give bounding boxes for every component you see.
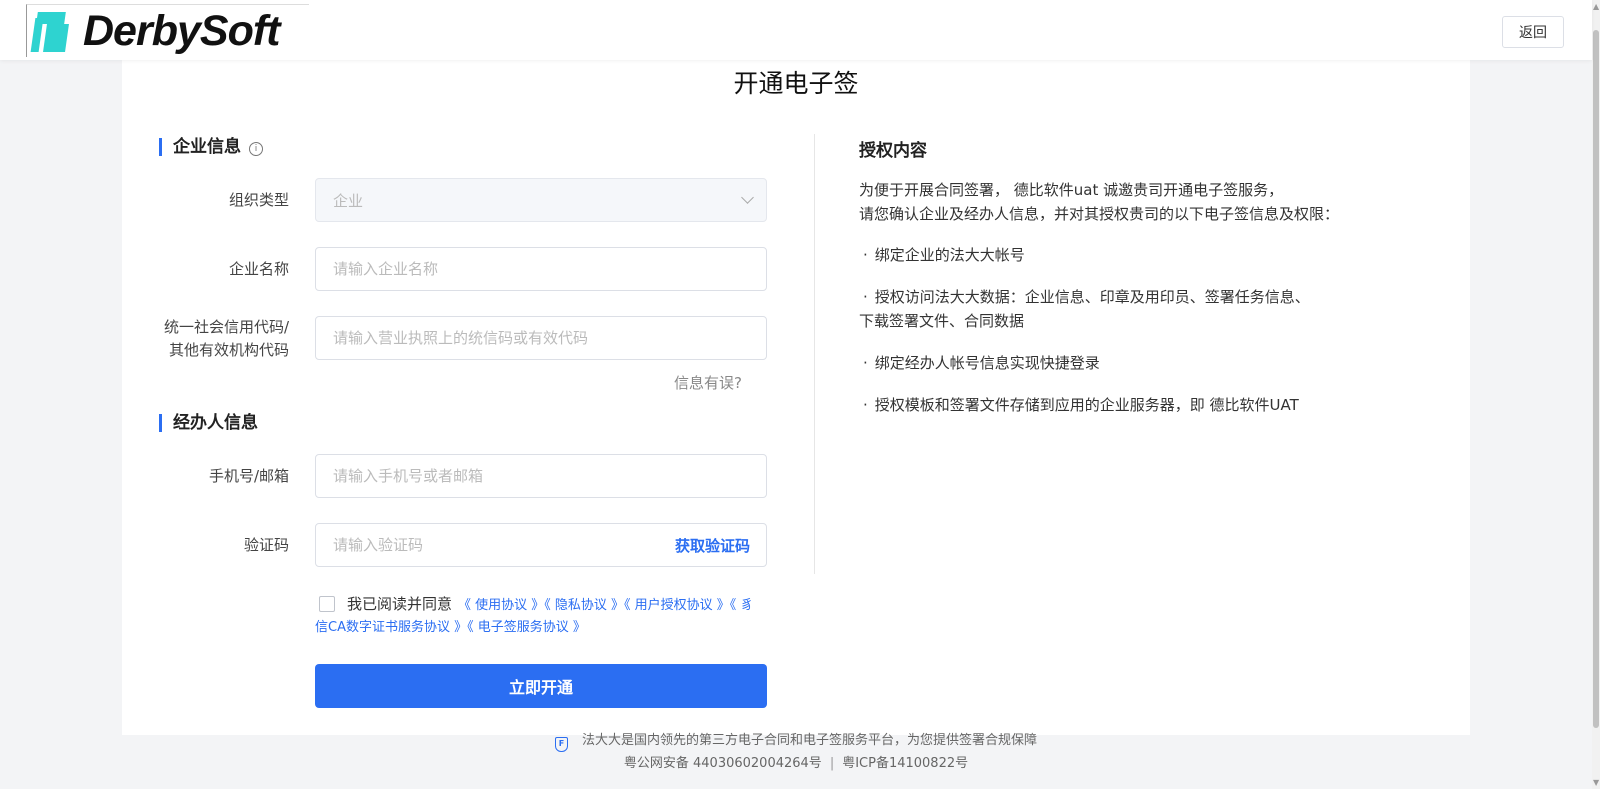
police-record-link[interactable]: 粤公网安备 44030602004264号: [624, 756, 822, 771]
auth-item-text: 绑定企业的法大大帐号: [874, 246, 1025, 264]
company-info-title: 企业信息: [173, 137, 241, 157]
phone-label: 手机号/邮箱: [208, 467, 289, 485]
bullet-dot: ·: [863, 354, 868, 372]
agreement-block: 我已阅读并同意《 使用协议 》《 隐私协议 》《 用户授权协议 》《 豸 信CA…: [315, 593, 775, 639]
auth-item-text: 授权模板和签署文件存储到应用的企业服务器，即 德比软件UAT: [874, 396, 1299, 414]
auth-intro-line2: 请您确认企业及经办人信息，并对其授权贵司的以下电子签信息及权限：: [859, 205, 1340, 223]
phone-input[interactable]: [333, 467, 749, 485]
credit-code-label-line2: 其他有效机构代码: [168, 341, 289, 359]
code-label: 验证码: [243, 536, 289, 554]
auth-item-text-cont: 下载签署文件、合同数据: [859, 312, 1025, 330]
fadada-shield-icon: F: [554, 737, 568, 752]
agreement-links-line1[interactable]: 《 使用协议 》《 隐私协议 》《 用户授权协议 》《 豸: [458, 598, 753, 613]
auth-item: · 绑定企业的法大大帐号: [859, 243, 1025, 267]
auth-item: · 授权访问法大大数据：企业信息、印章及用印员、签署任务信息、 下载签署文件、合同…: [859, 285, 1310, 333]
info-wrong-link[interactable]: 信息有误?: [674, 372, 742, 393]
auth-item-text: 授权访问法大大数据：企业信息、印章及用印员、签署任务信息、: [874, 288, 1310, 306]
footer-tagline: 法大大是国内领先的第三方电子合同和电子签服务平台，为您提供签署合规保障: [581, 733, 1037, 748]
logo-text: DerbySoft: [83, 6, 280, 55]
phone-field: [315, 454, 767, 498]
credit-code-input[interactable]: [333, 329, 749, 347]
company-info-heading: 企业信息 i: [159, 138, 263, 156]
credit-code-label-line1: 统一社会信用代码/: [163, 318, 289, 336]
code-field: 获取验证码: [315, 523, 767, 567]
main-card: 开通电子签 企业信息 i 组织类型 企业 企业名称 统一社会信用代码/ 其他有效机…: [122, 60, 1470, 735]
icp-record-link[interactable]: 粤ICP备14100822号: [842, 756, 968, 771]
bullet-dot: ·: [863, 246, 868, 264]
footer-records: 粤公网安备 44030602004264号 | 粤ICP备14100822号: [0, 752, 1592, 771]
info-icon[interactable]: i: [249, 142, 263, 156]
auth-intro: 为便于开展合同签署， 德比软件uat 诚邀贵司开通电子签服务， 请您确认企业及经…: [859, 178, 1339, 226]
agree-checkbox[interactable]: [319, 596, 335, 612]
derbysoft-logo[interactable]: DerbySoft: [26, 4, 309, 57]
page-title: 开通电子签: [733, 70, 859, 98]
bullet-dot: ·: [863, 288, 868, 306]
auth-item-text: 绑定经办人帐号信息实现快捷登录: [874, 354, 1100, 372]
agreement-links-line2[interactable]: 信CA数字证书服务协议 》《 电子签服务协议 》: [315, 617, 775, 639]
column-divider: [814, 134, 815, 574]
org-type-label: 组织类型: [228, 191, 289, 209]
company-name-field: [315, 247, 767, 291]
credit-code-label: 统一社会信用代码/ 其他有效机构代码: [159, 316, 289, 362]
page-scrollbar[interactable]: ▲ ▼: [1592, 0, 1600, 789]
scrollbar-thumb[interactable]: [1593, 30, 1599, 728]
footer-tagline-row: F 法大大是国内领先的第三方电子合同和电子签服务平台，为您提供签署合规保障: [0, 729, 1592, 752]
company-name-label: 企业名称: [228, 260, 289, 278]
auth-title: 授权内容: [859, 141, 927, 161]
chevron-down-icon: [741, 191, 754, 204]
company-name-input[interactable]: [333, 260, 749, 278]
handler-info-heading: 经办人信息: [159, 414, 258, 432]
agree-label: 我已阅读并同意: [347, 595, 453, 613]
auth-item: · 授权模板和签署文件存储到应用的企业服务器，即 德比软件UAT: [859, 393, 1299, 417]
get-code-button[interactable]: 获取验证码: [675, 535, 750, 556]
code-input[interactable]: [333, 536, 633, 554]
footer-separator: |: [829, 756, 835, 771]
bullet-dot: ·: [863, 396, 868, 414]
auth-item: · 绑定经办人帐号信息实现快捷登录: [859, 351, 1100, 375]
scroll-up-icon[interactable]: ▲: [1593, 2, 1599, 11]
org-type-value: 企业: [333, 191, 364, 210]
activate-button[interactable]: 立即开通: [315, 664, 767, 708]
top-header: DerbySoft 返回: [0, 0, 1592, 60]
org-type-select[interactable]: 企业: [315, 178, 767, 222]
logo-mark-icon: [30, 8, 77, 54]
agreement-line1: 我已阅读并同意《 使用协议 》《 隐私协议 》《 用户授权协议 》《 豸: [315, 593, 753, 617]
auth-intro-line1: 为便于开展合同签署， 德比软件uat 诚邀贵司开通电子签服务，: [859, 181, 1284, 199]
credit-code-field: [315, 316, 767, 360]
back-button[interactable]: 返回: [1502, 16, 1564, 48]
scroll-down-icon[interactable]: ▼: [1593, 778, 1599, 787]
